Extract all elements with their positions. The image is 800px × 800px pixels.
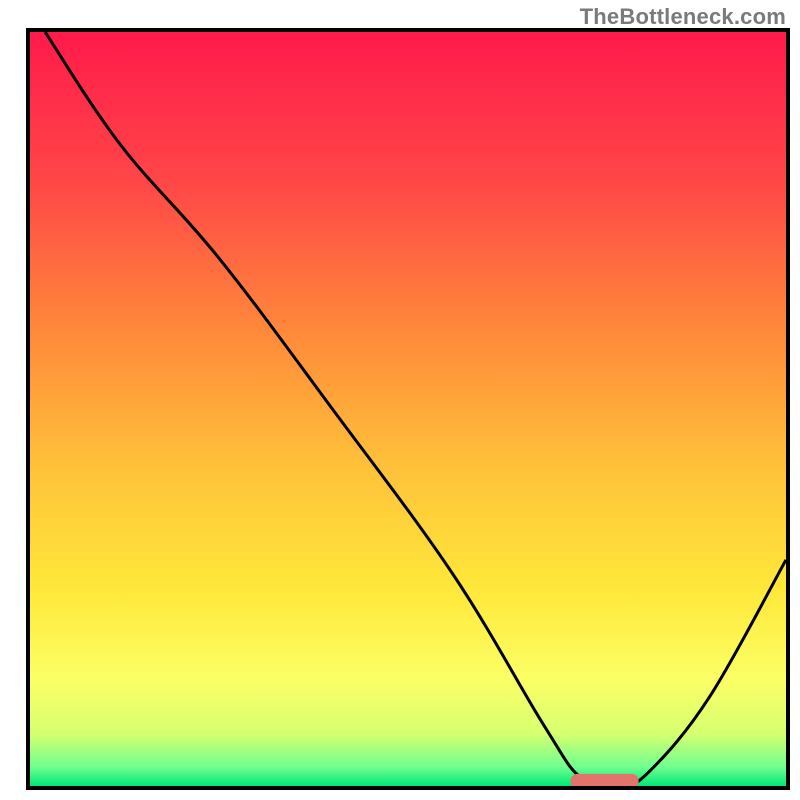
watermark-text: TheBottleneck.com	[580, 4, 786, 30]
plot-background	[30, 32, 786, 786]
chart-svg	[0, 0, 800, 800]
chart-container: TheBottleneck.com	[0, 0, 800, 800]
